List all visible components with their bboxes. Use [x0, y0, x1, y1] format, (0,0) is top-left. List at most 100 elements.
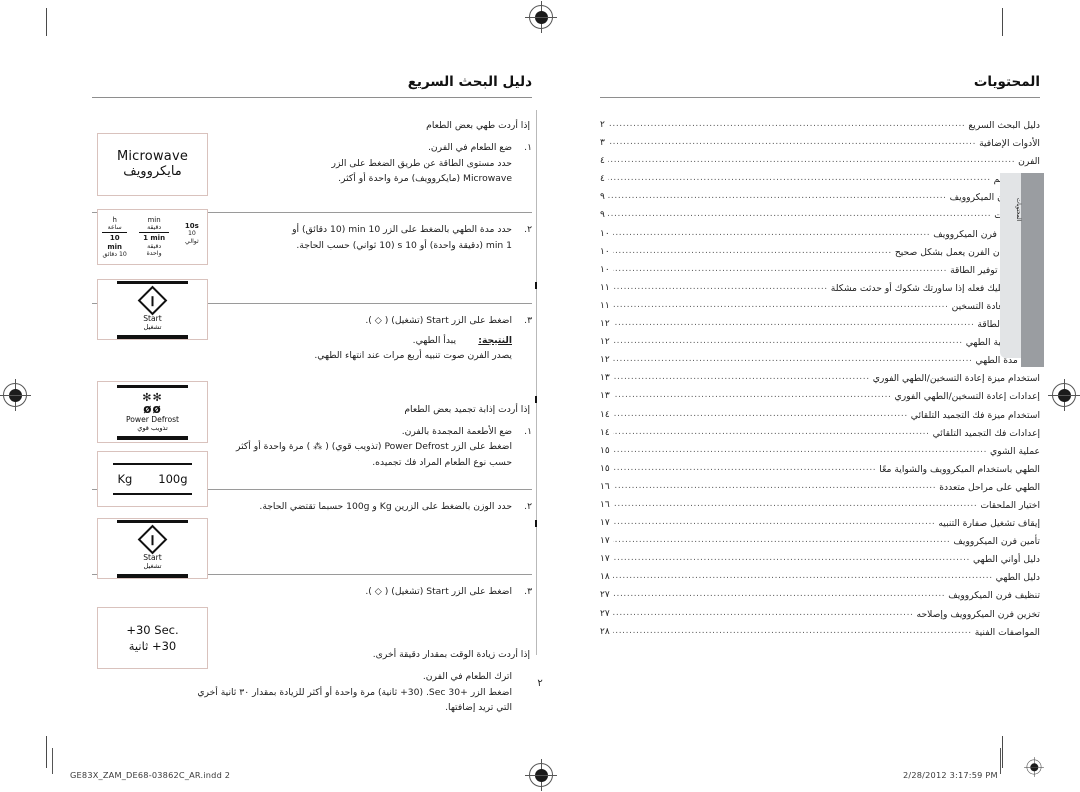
toc-row[interactable]: تخزين فرن الميكروويف وإصلاحه............… — [600, 608, 1040, 620]
toc-entry-page: ٣ — [600, 138, 605, 149]
toc-entry-page: ١٢ — [600, 355, 610, 366]
microwave-button-illustration: Microwave مايكروويف — [97, 133, 208, 196]
toc-entry-label: دليل أواني الطهي — [973, 554, 1040, 566]
start-button-illustration-2: Start تشغيل — [97, 518, 208, 579]
toc-row[interactable]: دليل أواني الطهي........................… — [600, 553, 1040, 566]
start-label-ar-2: تشغيل — [143, 562, 162, 570]
time-buttons-illustration: h ساعة 10 min 10 دقائق min دقيقة 1 min د… — [97, 209, 208, 265]
toc-leader-dots: ........................................… — [613, 498, 978, 509]
time-h-en: h — [112, 215, 117, 224]
toc-entry-page: ٩ — [600, 210, 605, 221]
footer-rule-left — [52, 748, 53, 774]
toc-row[interactable]: إيقاف عملية الطهي.......................… — [600, 336, 1040, 348]
side-tab-label: المحتويات — [1015, 198, 1021, 222]
toc-row[interactable]: تركيب فرن الميكروويف....................… — [600, 191, 1040, 203]
time-s-ar: 10 ثوالي — [185, 230, 199, 245]
toc-entry-page: ١٣ — [600, 373, 610, 384]
toc-entry-page: ٤ — [600, 156, 605, 167]
microwave-button-label-ar: مايكروويف — [123, 164, 182, 179]
toc-row[interactable]: تأمين فرن الميكروويف....................… — [600, 535, 1040, 547]
toc-row[interactable]: كيفية عمل فرن الميكروويف................… — [600, 228, 1040, 240]
toc-leader-dots: ........................................… — [613, 372, 870, 383]
toc-leader-dots: ........................................… — [612, 408, 908, 419]
start-label-ar-1: تشغيل — [143, 323, 162, 331]
toc-entry-page: ١٢ — [600, 319, 610, 330]
toc-row[interactable]: تنظيف فرن الميكروويف....................… — [600, 589, 1040, 602]
toc-row[interactable]: إعداد وضع توفير الطاقة..................… — [600, 264, 1040, 276]
cook-intro: إذا أردت طهي بعض الطعام — [426, 120, 530, 131]
time-h-ar: ساعة — [107, 223, 122, 231]
registration-mark-top — [525, 1, 557, 33]
toc-row[interactable]: مستويات الطاقة..........................… — [600, 318, 1040, 330]
manual-page: المحتويات دليل البحث السريع.............… — [0, 0, 1080, 792]
registration-mark-right — [1048, 379, 1080, 411]
toc-row[interactable]: ضبط الوقت...............................… — [600, 209, 1040, 221]
toc-entry-page: ١٤ — [600, 409, 610, 420]
add-time-line-3: التي تريد إضافتها. — [445, 702, 512, 713]
plus30-label-en: +30 Sec. — [126, 622, 179, 637]
toc-row[interactable]: الطهي على مراحل متعددة..................… — [600, 481, 1040, 493]
defrost-step-3-text: اضغط على الزر Start (تشغيل) ( ◇ ). — [365, 585, 512, 597]
toc-row[interactable]: إعدادات إعادة التسخين/الطهي الفوري......… — [600, 390, 1040, 402]
toc-row[interactable]: عملية الشوي.............................… — [600, 445, 1040, 457]
weight-buttons-illustration: Kg 100g — [97, 451, 208, 507]
toc-entry-label: دليل الطهي — [995, 572, 1040, 584]
crop-mark-bottom-left — [46, 736, 47, 768]
weight-bar-bottom — [113, 493, 192, 495]
toc-row[interactable]: دليل البحث السريع.......................… — [600, 119, 1040, 131]
toc-leader-dots: ........................................… — [612, 354, 973, 365]
toc-row[interactable]: لوحة التحكم.............................… — [600, 173, 1040, 185]
start-bar-top-1 — [116, 280, 189, 284]
toc-row[interactable]: التأكد من أن الفرن يعمل بشكل صحيح.......… — [600, 246, 1040, 258]
toc-leader-dots: ........................................… — [613, 318, 975, 329]
toc-leader-dots: ........................................… — [613, 517, 936, 528]
defrost-step-1-number: ١. — [524, 425, 532, 437]
toc-row[interactable]: الطهي باستخدام الميكروويف والشواية معًا.… — [600, 463, 1040, 475]
toc-row[interactable]: ما ينبغي عليك فعله إذا ساورتك شكوك أو حد… — [600, 281, 1040, 294]
toc-row[interactable]: إعدادات فك التجميد التلقائي.............… — [600, 427, 1040, 439]
toc-leader-dots: ........................................… — [608, 191, 947, 202]
toc-entry-page: ٤ — [600, 174, 605, 185]
microwave-button-label-en: Microwave — [116, 149, 189, 164]
toc-entry-label: دليل البحث السريع — [968, 120, 1040, 131]
time-min-bottom-ar: دقيقة واحدة — [146, 242, 162, 258]
registration-mark-bottom — [525, 759, 557, 791]
toc-row[interactable]: استخدام ميزة فك التجميد التلقائي........… — [600, 408, 1040, 421]
toc-row[interactable]: اختيار الملحقات.........................… — [600, 498, 1040, 511]
toc-entry-page: ٢٧ — [600, 608, 610, 619]
toc-entry-label: اختيار الملحقات — [980, 499, 1040, 511]
crop-mark-top-right — [1002, 8, 1003, 36]
toc-row[interactable]: إيقاف تشغيل صفارة التنبيه...............… — [600, 517, 1040, 529]
toc-entry-label: الطهي باستخدام الميكروويف والشواية معًا — [879, 463, 1040, 475]
toc-row[interactable]: الأدوات الإضافية........................… — [600, 137, 1040, 149]
toc-row[interactable]: استخدام ميزة إعادة التسخين/الطهي الفوري.… — [600, 372, 1040, 385]
toc-entry-label: الفرن — [1018, 156, 1040, 168]
toc-row[interactable]: ضبط مدة الطهي...........................… — [600, 354, 1040, 366]
toc-row[interactable]: الطهي / إعادة التسخين...................… — [600, 300, 1040, 312]
cook-step-1-number: ١. — [524, 142, 532, 153]
toc-leader-dots: ........................................… — [613, 589, 946, 600]
toc-entry-label: تنظيف فرن الميكروويف — [948, 590, 1040, 602]
registration-mark-left — [0, 379, 31, 411]
column-divider — [536, 110, 537, 655]
time-h-bottom-ar: 10 دقائق — [102, 251, 127, 258]
toc-row[interactable]: دليل الطهي..............................… — [600, 571, 1040, 584]
time-cell-10min: h ساعة 10 min 10 دقائق — [102, 215, 128, 259]
defrost-label-ar: تذويب قوي — [137, 424, 168, 432]
add-time-step: اترك الطعام في الفرن. اضغط الزر +30 Sec.… — [92, 669, 532, 716]
toc-leader-dots: ........................................… — [613, 390, 892, 401]
toc-entry-page: ١٧ — [600, 518, 610, 529]
toc-leader-dots: ........................................… — [612, 571, 993, 582]
contents-column: المحتويات دليل البحث السريع.............… — [600, 74, 1040, 645]
toc-entry-label: الطهي على مراحل متعددة — [939, 481, 1040, 493]
toc-entry-page: ١٠ — [600, 228, 610, 239]
contents-title: المحتويات — [973, 74, 1040, 90]
toc-entry-page: ١٠ — [600, 264, 610, 275]
toc-entry-label: المواصفات الفنية — [974, 626, 1040, 638]
toc-row[interactable]: الفرن...................................… — [600, 155, 1040, 168]
toc-row[interactable]: المواصفات الفنية........................… — [600, 626, 1040, 638]
toc-leader-dots: ........................................… — [613, 281, 828, 292]
toc-entry-label: استخدام ميزة فك التجميد التلقائي — [910, 409, 1040, 421]
column-tick-upper — [535, 282, 537, 289]
toc-entry-label: استخدام ميزة إعادة التسخين/الطهي الفوري — [872, 373, 1040, 385]
